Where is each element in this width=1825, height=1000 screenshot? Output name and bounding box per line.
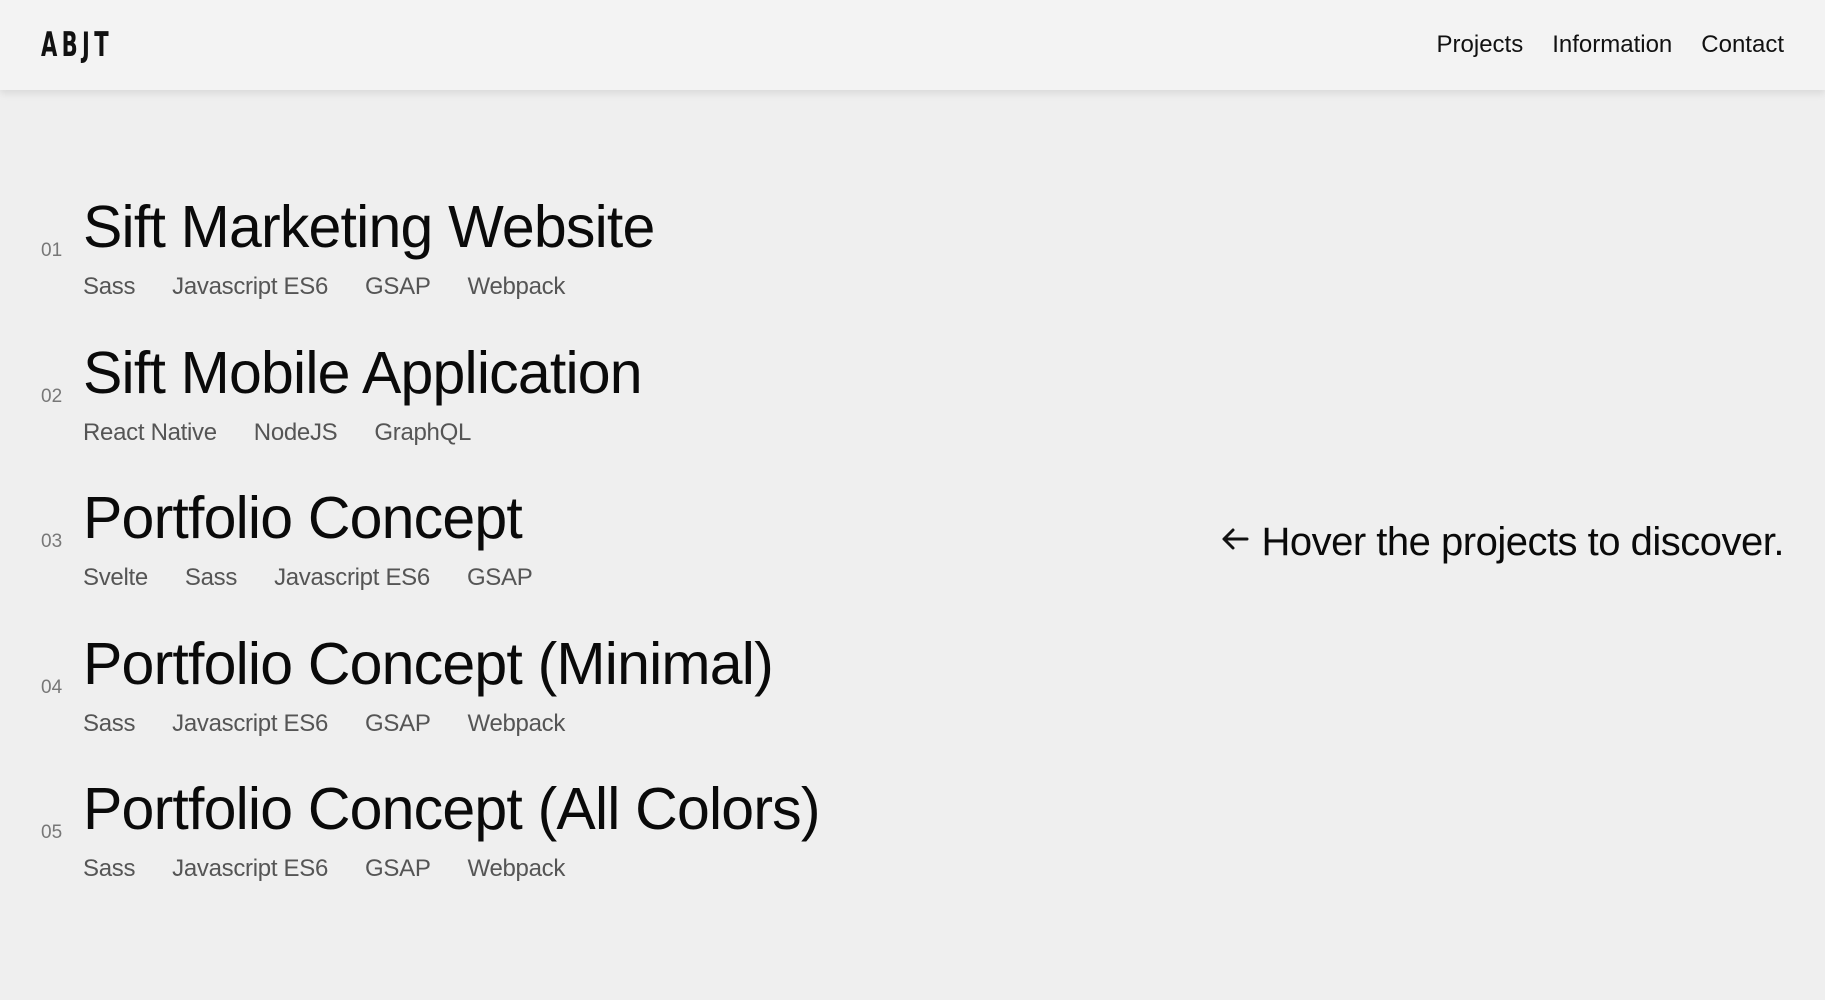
project-tag: Webpack bbox=[467, 855, 566, 883]
project-tag: Javascript ES6 bbox=[172, 709, 329, 737]
project-item[interactable]: 05 Portfolio Concept (All Colors) Sass Java… bbox=[41, 777, 941, 917]
project-item[interactable]: 01 Sift Marketing Website Sass Javascript E… bbox=[41, 195, 941, 335]
nav-information[interactable]: Information bbox=[1552, 31, 1672, 59]
project-tag: NodeJS bbox=[253, 418, 338, 446]
project-tags: Sass Javascript ES6 GSAP Webpack bbox=[83, 855, 565, 883]
project-number: 02 bbox=[41, 385, 63, 407]
project-item[interactable]: 03 Portfolio Concept Svelte Sass Javascript … bbox=[41, 486, 941, 626]
project-tags: Sass Javascript ES6 GSAP Webpack bbox=[83, 710, 565, 738]
nav-projects[interactable]: Projects bbox=[1437, 31, 1524, 59]
project-title[interactable]: Portfolio Concept (Minimal) bbox=[83, 631, 774, 697]
logo[interactable]: ABJT bbox=[41, 25, 113, 65]
nav-contact[interactable]: Contact bbox=[1701, 31, 1784, 59]
project-tag: Webpack bbox=[467, 709, 566, 737]
site-header: ABJT Projects Information Contact bbox=[0, 0, 1825, 90]
project-tag: Javascript ES6 bbox=[172, 273, 329, 300]
project-number: 01 bbox=[41, 240, 63, 261]
project-item[interactable]: 04 Portfolio Concept (Minimal) Sass Javascr… bbox=[41, 631, 941, 772]
project-tag: Webpack bbox=[467, 273, 566, 300]
project-tag: GraphQL bbox=[374, 418, 472, 446]
project-tag: GSAP bbox=[466, 564, 533, 592]
project-number: 04 bbox=[41, 676, 63, 698]
project-tags: React Native NodeJS GraphQL bbox=[83, 419, 471, 447]
project-tag: GSAP bbox=[365, 855, 431, 883]
project-tag: Sass bbox=[83, 709, 136, 737]
hover-hint: Hover the projects to discover. bbox=[1219, 520, 1784, 565]
project-tags: Svelte Sass Javascript ES6 GSAP bbox=[83, 564, 533, 592]
project-tag: Sass bbox=[83, 855, 136, 883]
project-title[interactable]: Portfolio Concept (All Colors) bbox=[83, 777, 821, 842]
project-tag: React Native bbox=[83, 418, 217, 446]
project-tag: Svelte bbox=[83, 564, 148, 592]
main-nav: Projects Information Contact bbox=[1437, 31, 1784, 59]
project-tag: GSAP bbox=[365, 709, 431, 737]
project-title[interactable]: Portfolio Concept bbox=[83, 486, 523, 551]
project-tag: Sass bbox=[184, 564, 238, 592]
project-number: 05 bbox=[41, 822, 63, 844]
project-tag: Sass bbox=[83, 273, 136, 300]
project-title[interactable]: Sift Mobile Application bbox=[83, 340, 643, 406]
project-tag: Javascript ES6 bbox=[274, 564, 430, 592]
project-item[interactable]: 02 Sift Mobile Application React Native Nod… bbox=[41, 340, 941, 481]
project-tags: Sass Javascript ES6 GSAP Webpack bbox=[83, 273, 565, 301]
project-title[interactable]: Sift Marketing Website bbox=[83, 195, 655, 260]
project-tag: GSAP bbox=[365, 273, 431, 300]
project-number: 03 bbox=[41, 531, 63, 553]
project-tag: Javascript ES6 bbox=[172, 855, 329, 883]
arrow-left-icon bbox=[1219, 520, 1251, 565]
hint-text: Hover the projects to discover. bbox=[1261, 520, 1784, 564]
